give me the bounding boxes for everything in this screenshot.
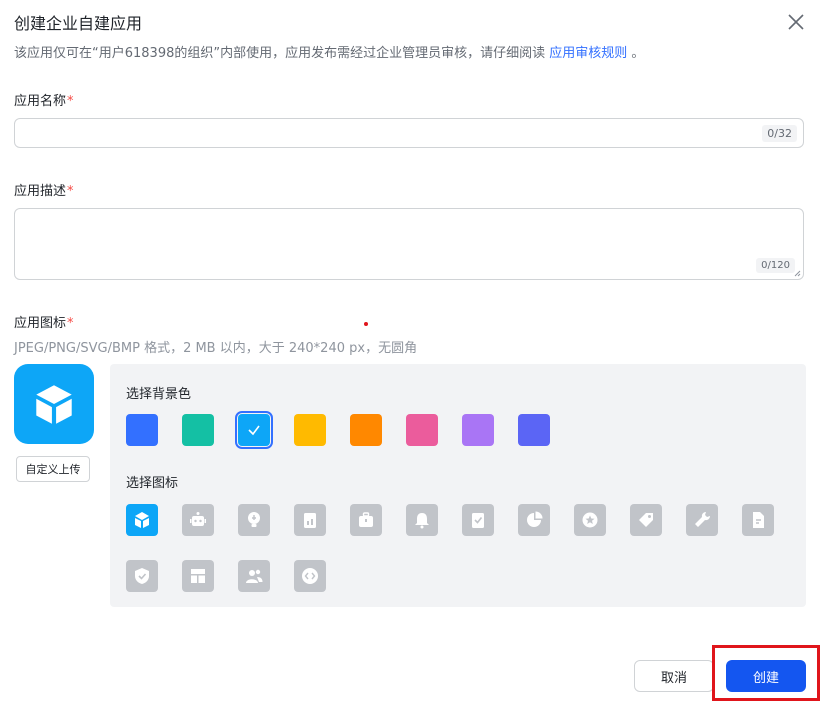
app-icon-label-text: 应用图标 <box>14 316 67 331</box>
tag-icon <box>639 513 653 527</box>
icon-option[interactable] <box>462 504 494 536</box>
icon-option[interactable] <box>238 504 270 536</box>
dialog-description: 该应用仅可在“用户618398的组织”内部使用，应用发布需经过企业管理员审核，请… <box>14 42 644 61</box>
close-icon[interactable] <box>786 12 806 32</box>
color-swatch[interactable] <box>518 414 550 446</box>
icon-option[interactable] <box>126 560 158 592</box>
icon-option[interactable] <box>238 560 270 592</box>
required-mark: * <box>67 316 74 331</box>
icon-option[interactable] <box>294 504 326 536</box>
description-suffix: 。 <box>627 46 645 61</box>
color-swatch[interactable] <box>350 414 382 446</box>
icon-option[interactable] <box>406 504 438 536</box>
color-swatch[interactable] <box>182 414 214 446</box>
app-name-label-text: 应用名称 <box>14 94 67 109</box>
app-icon-label: 应用图标* <box>14 312 74 331</box>
icon-option[interactable] <box>518 504 550 536</box>
custom-upload-button[interactable]: 自定义上传 <box>16 456 90 482</box>
users-icon <box>246 569 263 583</box>
icon-option[interactable] <box>686 504 718 536</box>
app-name-input[interactable]: 0/32 <box>14 118 804 148</box>
review-rules-link[interactable]: 应用审核规则 <box>549 46 627 61</box>
robot-icon <box>190 512 206 526</box>
check-book-icon <box>472 513 484 528</box>
app-description-label-text: 应用描述 <box>14 184 67 199</box>
resize-handle-icon[interactable] <box>793 269 801 277</box>
document-chart-icon <box>304 513 316 528</box>
name-char-counter: 0/32 <box>762 125 797 142</box>
lightbulb-icon <box>248 512 260 527</box>
app-description-label: 应用描述* <box>14 180 74 199</box>
shield-icon <box>135 568 149 584</box>
app-icon-preview <box>14 364 94 444</box>
icon-option[interactable] <box>182 504 214 536</box>
create-button[interactable]: 创建 <box>726 660 806 692</box>
briefcase-icon <box>359 512 373 527</box>
cube-icon <box>36 385 72 424</box>
icon-option[interactable] <box>126 504 158 536</box>
required-mark: * <box>67 184 74 199</box>
icon-format-hint: JPEG/PNG/SVG/BMP 格式，2 MB 以内，大于 240*240 p… <box>14 341 418 356</box>
icon-picker-panel: 选择背景色 选择图标 <box>110 364 806 607</box>
icon-option[interactable] <box>182 560 214 592</box>
app-name-label: 应用名称* <box>14 90 74 109</box>
star-badge-icon <box>582 512 598 528</box>
icon-select-label: 选择图标 <box>126 476 179 491</box>
icon-option[interactable] <box>574 504 606 536</box>
cube-icon <box>135 512 149 528</box>
app-description-textarea[interactable]: 0/120 <box>14 208 804 280</box>
icon-option[interactable] <box>630 504 662 536</box>
pie-chart-icon <box>527 511 543 527</box>
background-color-label: 选择背景色 <box>126 387 192 402</box>
dialog-title: 创建企业自建应用 <box>14 14 143 33</box>
cancel-button[interactable]: 取消 <box>634 660 714 692</box>
icon-option[interactable] <box>350 504 382 536</box>
color-swatch[interactable] <box>235 411 273 449</box>
description-text: 该应用仅可在“用户618398的组织”内部使用，应用发布需经过企业管理员审核，请… <box>14 46 550 61</box>
wrench-icon <box>695 511 711 527</box>
required-mark: * <box>67 94 74 109</box>
bell-icon <box>415 513 429 529</box>
file-icon <box>753 512 764 528</box>
check-icon <box>248 425 260 436</box>
icon-option[interactable] <box>742 504 774 536</box>
color-swatch[interactable] <box>294 414 326 446</box>
marker-dot <box>364 322 368 326</box>
color-swatch[interactable] <box>406 414 438 446</box>
color-swatch[interactable] <box>462 414 494 446</box>
layout-icon <box>191 569 205 583</box>
code-icon <box>302 568 318 584</box>
icon-option[interactable] <box>294 560 326 592</box>
description-char-counter: 0/120 <box>756 258 795 273</box>
color-swatch[interactable] <box>126 414 158 446</box>
